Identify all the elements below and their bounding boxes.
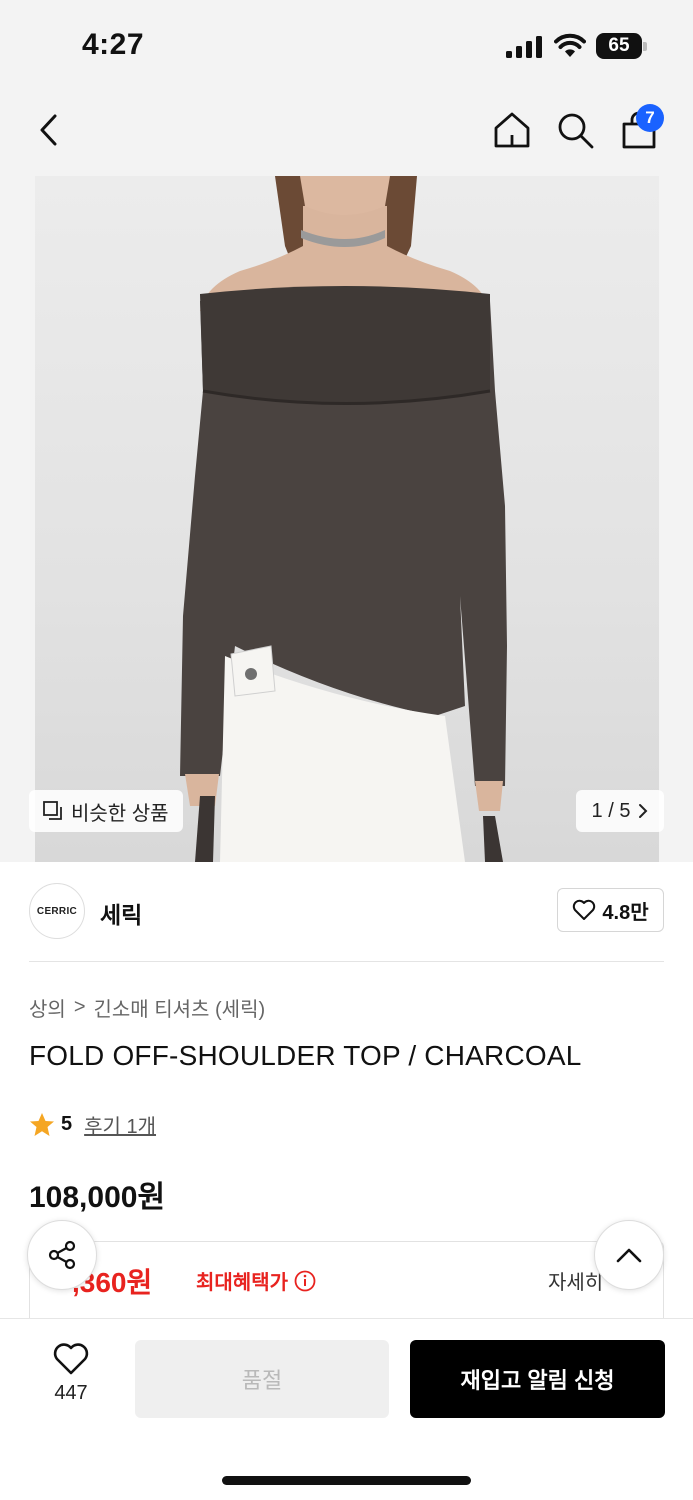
share-icon [48, 1240, 76, 1270]
similar-products-button[interactable]: 비슷한 상품 [29, 790, 183, 832]
cart-count-badge: 7 [636, 104, 664, 132]
battery-indicator: 65 [596, 33, 648, 59]
breadcrumb-category[interactable]: 상의 [29, 993, 66, 1022]
review-link[interactable]: 후기 1개 [84, 1110, 156, 1139]
chevron-right-icon [639, 804, 648, 818]
scroll-top-button[interactable] [594, 1220, 664, 1290]
brand-logo[interactable]: CERRIC [29, 883, 85, 939]
brand-like-button[interactable]: 4.8만 [557, 888, 664, 932]
wifi-icon [554, 33, 586, 57]
brand-name[interactable]: 세릭 [100, 896, 142, 930]
status-bar: 4:27 65 [0, 0, 693, 92]
breadcrumb: 상의 > 긴소매 티셔츠 (세릭) [29, 993, 265, 1022]
signal-icon [506, 36, 542, 58]
brand-logo-text: CERRIC [36, 905, 78, 917]
battery-level: 65 [596, 33, 642, 59]
restock-alert-button[interactable]: 재입고 알림 신청 [410, 1340, 665, 1418]
info-icon [294, 1270, 316, 1291]
home-button[interactable] [490, 108, 534, 152]
divider [29, 961, 664, 962]
brand-like-count: 4.8만 [602, 901, 649, 924]
breadcrumb-separator: > [73, 996, 86, 1018]
back-icon [40, 114, 57, 146]
home-icon [494, 112, 530, 148]
star-icon [30, 1112, 54, 1136]
pager-text: 1 / 5 [591, 799, 631, 822]
battery-tip [643, 42, 647, 51]
share-button[interactable] [27, 1220, 97, 1290]
product-image[interactable] [35, 176, 659, 862]
heart-icon [53, 1343, 89, 1375]
heart-icon [573, 899, 596, 920]
product-photo-illustration [180, 176, 507, 862]
rating-row: 5 후기 1개 [29, 1110, 156, 1139]
wish-count: 447 [54, 1382, 88, 1404]
similar-icon [43, 801, 62, 820]
soldout-button[interactable]: 품절 [135, 1340, 389, 1418]
image-pager[interactable]: 1 / 5 [576, 790, 664, 832]
benefit-label[interactable]: 최대혜택가 [196, 1266, 316, 1295]
top-nav [0, 100, 693, 160]
product-price: 108,000원 [29, 1181, 166, 1214]
benefit-detail-link[interactable]: 자세히 [548, 1266, 603, 1295]
wish-button[interactable]: 447 [40, 1342, 102, 1412]
breadcrumb-subcategory[interactable]: 긴소매 티셔츠 (세릭) [94, 993, 266, 1022]
similar-products-label: 비슷한 상품 [71, 802, 169, 825]
search-icon [558, 113, 594, 149]
back-button[interactable] [28, 108, 72, 152]
status-time: 4:27 [82, 28, 145, 61]
benefit-label-text: 최대혜택가 [196, 1272, 288, 1294]
search-button[interactable] [553, 108, 597, 152]
product-title: FOLD OFF-SHOULDER TOP / CHARCOAL [29, 1040, 582, 1071]
home-indicator [222, 1476, 471, 1485]
chevron-up-icon [616, 1248, 642, 1263]
product-page: 4:27 65 7 비슷한 상품 1 / 5 CERRIC 세릭 4.8만 상의… [0, 0, 693, 1500]
rating-score: 5 [61, 1113, 73, 1135]
